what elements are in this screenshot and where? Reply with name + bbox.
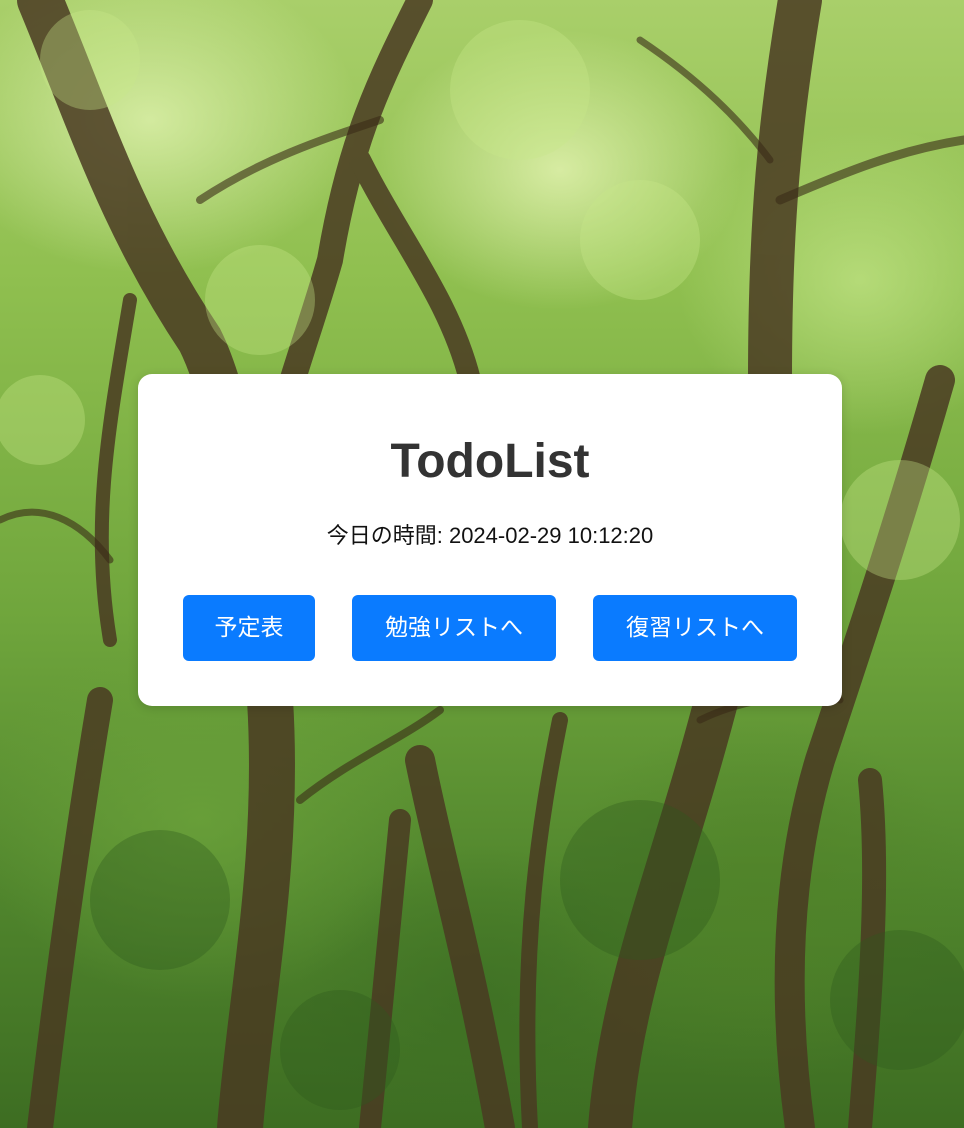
review-list-button[interactable]: 復習リストへ [593,595,797,661]
study-list-button[interactable]: 勉強リストへ [352,595,556,661]
schedule-button[interactable]: 予定表 [183,595,315,661]
app-title: TodoList [390,435,590,488]
todo-card: TodoList 今日の時間: 2024-02-29 10:12:20 予定表 … [138,374,842,706]
current-time-label: 今日の時間: 2024-02-29 10:12:20 [326,523,654,548]
